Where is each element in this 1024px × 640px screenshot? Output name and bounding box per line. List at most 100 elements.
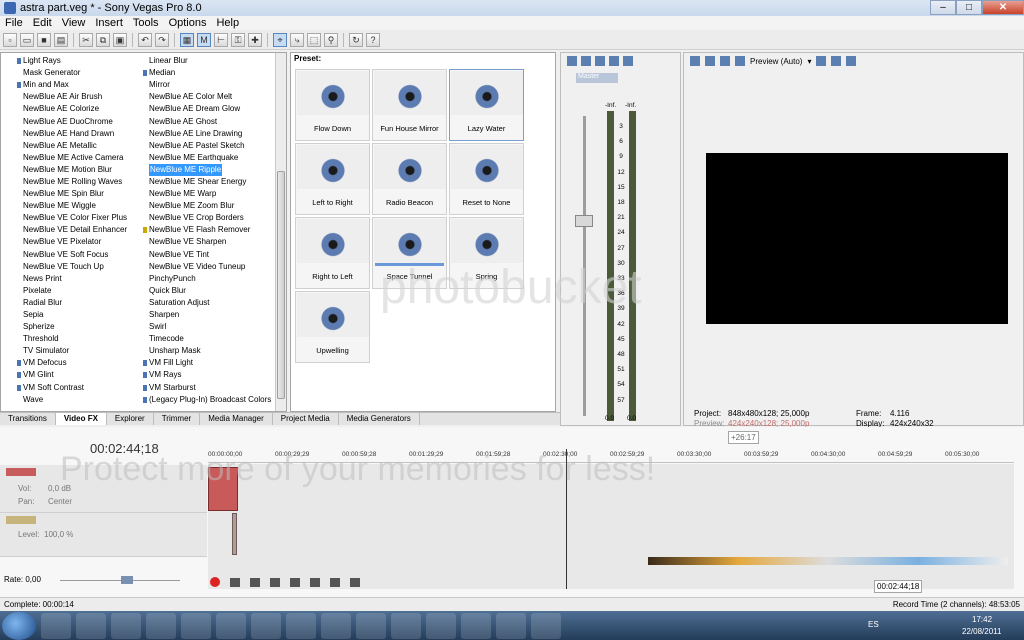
fx-item[interactable]: News Print [17,273,127,285]
fx-item[interactable]: NewBlue ME Motion Blur [17,164,127,176]
redo-icon[interactable]: ↷ [155,32,169,47]
new-icon[interactable]: ▫ [3,32,17,47]
menu-insert[interactable]: Insert [90,16,128,30]
envelope-tool-icon[interactable]: ⤷ [290,32,304,47]
fx-item[interactable]: Threshold [17,333,127,345]
preset-item[interactable]: Reset to None [449,143,524,215]
close-button[interactable]: ✕ [982,0,1024,15]
fx-item[interactable]: Median [143,67,271,79]
menu-view[interactable]: View [57,16,91,30]
pan-value[interactable]: Center [48,497,72,506]
position-timecode[interactable]: 00:02:44;18 [874,580,923,593]
tab-video-fx[interactable]: Video FX [55,413,107,425]
preset-item[interactable]: Fun House Mirror [372,69,447,141]
snap-icon[interactable]: ⊢ [214,32,228,47]
language-indicator[interactable]: ES [868,620,879,629]
split-screen-icon[interactable] [735,56,745,66]
minimize-button[interactable]: – [930,0,956,15]
go-to-start-button[interactable] [330,577,340,587]
fx-item[interactable]: NewBlue AE Metallic [17,140,127,152]
rate-slider[interactable] [60,580,180,581]
tab-project-media[interactable]: Project Media [273,413,339,425]
menu-edit[interactable]: Edit [28,16,57,30]
properties-icon[interactable]: ▤ [54,32,68,47]
fx-item[interactable]: VM Fill Light [143,357,271,369]
fx-item[interactable]: Spherize [17,321,127,333]
disc-icon[interactable] [286,612,316,639]
preset-item[interactable]: Upwelling [295,291,370,363]
preview-fx-icon[interactable] [720,56,730,66]
dropdown-arrow-icon[interactable]: ▾ [807,57,811,66]
fx-item[interactable]: VM Soft Contrast [17,382,127,394]
play-from-start-button[interactable] [250,577,260,587]
fx-item[interactable]: NewBlue VE Tint [143,249,271,261]
tab-media-manager[interactable]: Media Manager [200,413,273,425]
ie-icon[interactable] [41,612,71,639]
paste-icon[interactable]: ▣ [113,32,127,47]
copy-snapshot-icon[interactable] [831,56,842,66]
menu-file[interactable]: File [0,16,28,30]
edit-tool-icon[interactable]: ⌖ [273,32,287,47]
fx-item[interactable]: NewBlue ME Wiggle [17,200,127,212]
fx-item[interactable]: NewBlue ME Earthquake [143,152,271,164]
camera-icon[interactable] [216,612,246,639]
video-track-thumbnails[interactable] [648,557,1008,565]
fx-item[interactable]: Wave [17,394,127,406]
fx-item[interactable]: Timecode [143,333,271,345]
mail-icon[interactable] [321,612,351,639]
preset-item[interactable]: Right to Left [295,217,370,289]
fx-item[interactable]: Sharpen [143,309,271,321]
fx-item[interactable]: NewBlue VE Touch Up [17,261,127,273]
ripple-edit-icon[interactable]: M [197,32,211,47]
stop-button[interactable] [310,577,320,587]
start-button[interactable] [2,611,36,640]
fx-item[interactable]: NewBlue ME Warp [143,188,271,200]
explorer-icon[interactable] [76,612,106,639]
zoom-tool-icon[interactable]: ⚲ [324,32,338,47]
help-pointer-icon[interactable]: ? [366,32,380,47]
save-icon[interactable]: ■ [37,32,51,47]
fx-item[interactable]: Light Rays [17,55,127,67]
fx-item[interactable]: Linear Blur [143,55,271,67]
fx-item[interactable]: NewBlue VE Flash Remover [143,224,271,236]
preset-item[interactable]: Flow Down [295,69,370,141]
mixer-properties-icon[interactable] [567,56,577,66]
game-icon[interactable] [426,612,456,639]
fx-item[interactable]: Pixelate [17,285,127,297]
mixer-menu-icon[interactable] [623,56,633,66]
fx-item[interactable]: VM Glint [17,369,127,381]
fx-item[interactable]: NewBlue VE Pixelator [17,236,127,248]
fx-item[interactable]: NewBlue AE Line Drawing [143,128,271,140]
preset-item[interactable]: Left to Right [295,143,370,215]
fx-item[interactable]: Swirl [143,321,271,333]
fx-item[interactable]: VM Defocus [17,357,127,369]
normal-edit-icon[interactable]: ▦ [180,32,194,47]
tab-media-generators[interactable]: Media Generators [339,413,420,425]
fx-item[interactable]: NewBlue VE Video Tuneup [143,261,271,273]
fx-item[interactable]: NewBlue VE Crop Borders [143,212,271,224]
app-icon[interactable] [461,612,491,639]
fx-item[interactable]: NewBlue AE Pastel Sketch [143,140,271,152]
fx-item[interactable]: NewBlue ME Active Camera [17,152,127,164]
fx-item[interactable]: Mirror [143,79,271,91]
lock-icon[interactable]: ⚿ [231,32,245,47]
cut-icon[interactable]: ✂ [79,32,93,47]
fx-item[interactable]: NewBlue AE Air Brush [17,91,127,103]
preset-item[interactable]: Lazy Water [449,69,524,141]
rate-slider-handle[interactable] [121,576,133,584]
fx-item[interactable]: NewBlue VE Detail Enhancer [17,224,127,236]
fx-item[interactable]: NewBlue ME Ripple [143,163,271,176]
fx-item[interactable]: NewBlue AE Ghost [143,115,271,127]
go-to-end-button[interactable] [350,577,360,587]
preset-item[interactable]: Radio Beacon [372,143,447,215]
fx-item[interactable]: NewBlue AE DuoChrome [17,115,127,127]
menu-options[interactable]: Options [164,16,212,30]
clock-date[interactable]: 22/08/2011 [962,627,1001,636]
mixer-fx-icon[interactable] [595,56,605,66]
fx-item[interactable]: NewBlue ME Shear Energy [143,176,271,188]
overlays-icon[interactable] [816,56,827,66]
fx-item[interactable]: Quick Blur [143,285,271,297]
ae-icon[interactable] [146,612,176,639]
chrome-icon[interactable] [181,612,211,639]
menu-help[interactable]: Help [211,16,244,30]
